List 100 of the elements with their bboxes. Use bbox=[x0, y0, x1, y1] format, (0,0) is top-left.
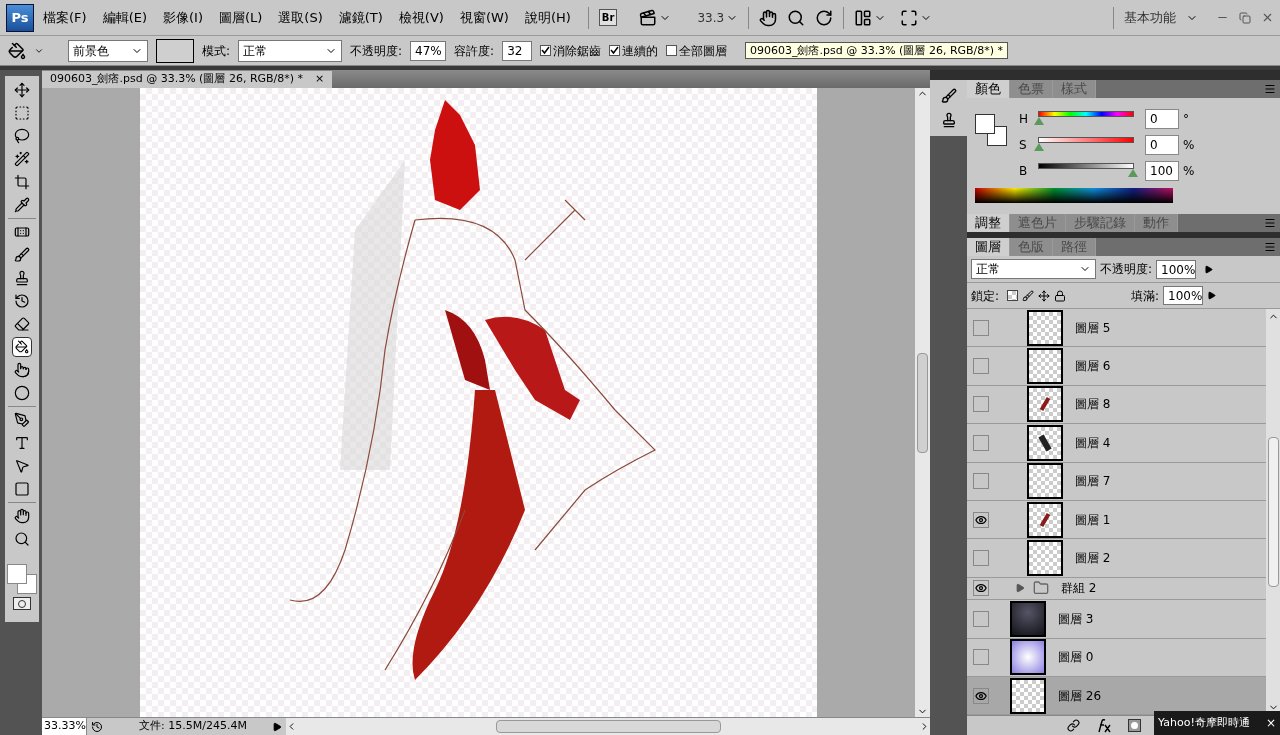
menu-item[interactable]: 檔案(F) bbox=[36, 7, 94, 28]
play-icon[interactable] bbox=[1207, 291, 1216, 300]
link-icon[interactable] bbox=[1067, 719, 1080, 733]
blend-mode-dropdown[interactable]: 正常 bbox=[971, 259, 1096, 279]
visibility-toggle[interactable] bbox=[973, 473, 989, 490]
menu-item[interactable]: 圖層(L) bbox=[211, 7, 270, 28]
layer-row[interactable]: 圖層 26 bbox=[967, 677, 1266, 716]
color-spectrum[interactable] bbox=[975, 188, 1173, 203]
visibility-toggle[interactable] bbox=[973, 580, 989, 597]
value-field[interactable]: 0 bbox=[1145, 109, 1179, 129]
close-icon[interactable]: × bbox=[315, 71, 325, 88]
lock-icon[interactable] bbox=[1054, 289, 1067, 302]
search-icon[interactable] bbox=[787, 8, 806, 27]
quick-mask-icon[interactable] bbox=[13, 597, 31, 610]
film-icon[interactable] bbox=[639, 8, 658, 27]
visibility-toggle[interactable] bbox=[973, 434, 989, 451]
play-icon[interactable] bbox=[272, 721, 282, 732]
zoom-dropdown[interactable]: 33.3 bbox=[697, 8, 725, 27]
fx-icon[interactable] bbox=[1096, 718, 1112, 733]
layer-row[interactable]: 圖層 2 bbox=[967, 539, 1266, 578]
layer-row[interactable]: 圖層 4 bbox=[967, 424, 1266, 463]
scroll-thumb[interactable] bbox=[495, 720, 721, 733]
wand-tool-icon[interactable] bbox=[12, 149, 32, 169]
layer-row[interactable]: 圖層 7 bbox=[967, 462, 1266, 501]
pen-tool-icon[interactable] bbox=[12, 410, 32, 430]
brush-tool-icon[interactable] bbox=[12, 245, 32, 265]
eraser-tool-icon[interactable] bbox=[12, 314, 32, 334]
crop-tool-icon[interactable] bbox=[12, 172, 32, 192]
slider-thumb[interactable] bbox=[1034, 143, 1044, 151]
shape-tool-icon[interactable] bbox=[12, 479, 32, 499]
opacity-field[interactable]: 47% bbox=[410, 40, 447, 61]
workspace-dropdown[interactable]: 基本功能 bbox=[1124, 7, 1176, 28]
vertical-scrollbar[interactable] bbox=[915, 88, 930, 717]
visibility-toggle[interactable] bbox=[973, 549, 989, 566]
lock-transparency-icon[interactable] bbox=[1007, 290, 1019, 301]
panel-tab[interactable]: 顏色 bbox=[967, 80, 1010, 98]
scroll-thumb[interactable] bbox=[1267, 437, 1279, 587]
menu-item[interactable]: 影像(I) bbox=[156, 7, 210, 28]
visibility-toggle[interactable] bbox=[973, 610, 989, 627]
bucket-icon[interactable] bbox=[8, 41, 26, 60]
visibility-toggle[interactable] bbox=[973, 396, 989, 413]
checkbox[interactable] bbox=[666, 45, 678, 56]
color-swatches[interactable] bbox=[975, 114, 1007, 146]
stamp-icon[interactable] bbox=[940, 112, 957, 128]
app-logo[interactable]: Ps bbox=[6, 3, 34, 32]
menu-item[interactable]: 檢視(V) bbox=[391, 7, 451, 28]
close-icon[interactable] bbox=[1261, 11, 1274, 24]
menu-item[interactable]: 濾鏡(T) bbox=[331, 7, 390, 28]
document-tab[interactable]: 090603_劍痞.psd @ 33.3% (圖層 26, RGB/8*) * × bbox=[42, 71, 333, 88]
rotate-icon[interactable] bbox=[815, 8, 834, 27]
pattern-swatch[interactable] bbox=[156, 38, 194, 63]
hand-icon[interactable] bbox=[759, 8, 778, 27]
value-field[interactable]: 0 bbox=[1145, 135, 1179, 155]
layout-icon[interactable] bbox=[854, 8, 873, 27]
checkbox-label[interactable]: 消除鋸齒 bbox=[553, 41, 602, 60]
checkbox-label[interactable]: 連續的 bbox=[622, 41, 659, 60]
menu-item[interactable]: 視窗(W) bbox=[452, 7, 516, 28]
eyedropper-tool-icon[interactable] bbox=[12, 195, 32, 215]
tolerance-field[interactable]: 32 bbox=[502, 40, 533, 61]
mode-dropdown[interactable]: 正常 bbox=[238, 39, 343, 62]
panel-menu-icon[interactable] bbox=[1264, 217, 1276, 229]
visibility-toggle[interactable] bbox=[973, 687, 989, 704]
visibility-toggle[interactable] bbox=[973, 358, 989, 375]
layer-row[interactable]: 圖層 8 bbox=[967, 385, 1266, 425]
hand-tool-icon[interactable] bbox=[12, 506, 32, 526]
panel-tab[interactable]: 圖層 bbox=[967, 238, 1010, 256]
close-icon[interactable]: × bbox=[1265, 714, 1276, 732]
checkbox[interactable] bbox=[609, 45, 621, 56]
fill-field[interactable]: 100% bbox=[1163, 286, 1203, 305]
play-icon[interactable] bbox=[1204, 264, 1214, 274]
visibility-toggle[interactable] bbox=[973, 649, 989, 666]
menu-item[interactable]: 編輯(E) bbox=[95, 7, 154, 28]
bucket-tool-icon[interactable] bbox=[12, 337, 32, 357]
smudge-tool-icon[interactable] bbox=[12, 360, 32, 380]
checkbox[interactable] bbox=[540, 45, 552, 56]
expand-arrow-icon[interactable] bbox=[1015, 583, 1025, 594]
mask-icon[interactable] bbox=[1128, 719, 1141, 733]
lasso-tool-icon[interactable] bbox=[12, 126, 32, 146]
layer-row[interactable]: 圖層 6 bbox=[967, 347, 1266, 386]
layer-row[interactable]: 圖層 3 bbox=[967, 600, 1266, 639]
marquee-tool-icon[interactable] bbox=[12, 103, 32, 123]
move-icon[interactable] bbox=[1038, 289, 1051, 302]
panel-menu-icon[interactable] bbox=[1264, 241, 1276, 253]
brush-icon[interactable] bbox=[940, 88, 957, 104]
canvas[interactable] bbox=[140, 88, 817, 717]
layer-row[interactable]: 圖層 5 bbox=[967, 309, 1266, 348]
screen-mode-icon[interactable] bbox=[900, 8, 919, 27]
panel-tab[interactable]: 調整 bbox=[967, 214, 1010, 232]
layer-row[interactable]: 群組 2 bbox=[967, 577, 1266, 601]
visibility-toggle[interactable] bbox=[973, 511, 989, 528]
scroll-thumb[interactable] bbox=[917, 352, 928, 453]
visibility-toggle[interactable] bbox=[973, 319, 989, 336]
clock-icon[interactable] bbox=[91, 720, 103, 733]
dodge-tool-icon[interactable] bbox=[12, 383, 32, 403]
color-swatches[interactable] bbox=[7, 564, 37, 594]
zoom-level[interactable]: 33.33% bbox=[42, 718, 87, 735]
slider-thumb[interactable] bbox=[1034, 117, 1044, 125]
history-tool-icon[interactable] bbox=[12, 291, 32, 311]
layer-row[interactable]: 圖層 1 bbox=[967, 500, 1266, 540]
bridge-button[interactable]: Br bbox=[598, 9, 618, 26]
